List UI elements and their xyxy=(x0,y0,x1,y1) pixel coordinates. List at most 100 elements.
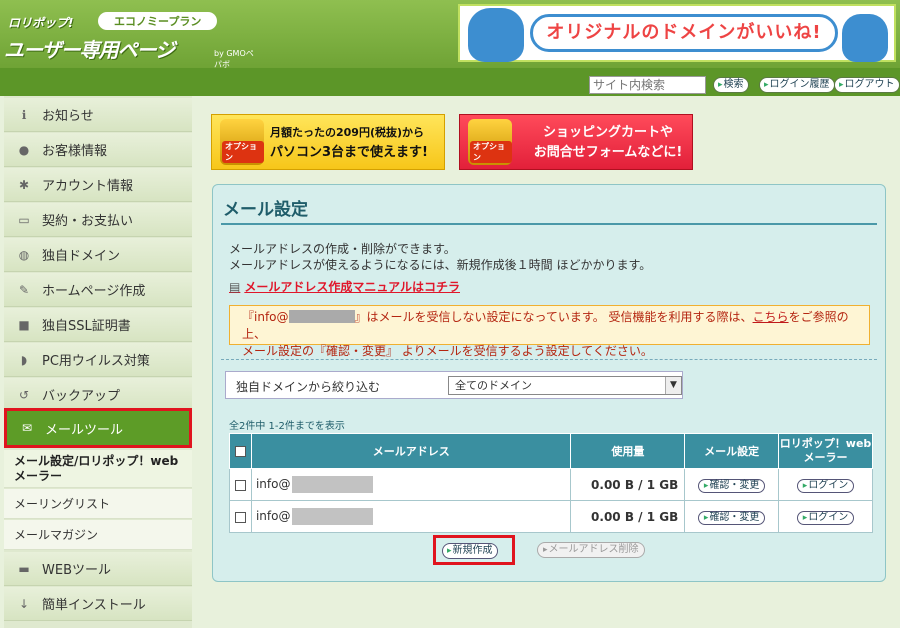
col-header-webmailer: ロリポップ！webメーラー xyxy=(778,433,873,469)
select-all-header xyxy=(229,433,252,469)
sidebar-item-news[interactable]: ℹ お知らせ xyxy=(4,98,192,132)
page-title: メール設定 xyxy=(223,200,308,220)
ad-line: お問合せフォームなどに! xyxy=(533,145,683,160)
col-header-usage: 使用量 xyxy=(570,433,686,469)
monitor-icon: ▬ xyxy=(18,561,30,576)
sidebar-sub-mailing-list[interactable]: メーリングリスト xyxy=(4,489,192,519)
address-cell: info@ xyxy=(250,500,572,533)
sidebar-item-domain[interactable]: ◍ 独自ドメイン xyxy=(4,238,192,272)
domain-filter: 独自ドメインから絞り込む 全てのドメイン ▼ xyxy=(225,371,683,399)
col-header-address: メールアドレス xyxy=(250,433,572,469)
option-label: オプション xyxy=(222,141,264,163)
document-icon: ▤ xyxy=(229,280,241,294)
redacted-domain xyxy=(292,476,374,493)
sidebar-item-account[interactable]: ✱ アカウント情報 xyxy=(4,168,192,202)
globe-icon: ◍ xyxy=(18,247,30,262)
sidebar-item-label: WEBツール xyxy=(42,563,111,578)
sidebar-item-label: お知らせ xyxy=(42,109,94,124)
sidebar-item-label: バックアップ xyxy=(42,389,121,404)
delete-address-button[interactable]: メールアドレス削除 xyxy=(537,542,645,558)
filter-selected-value: 全てのドメイン xyxy=(455,379,532,392)
notice-link[interactable]: こちら xyxy=(753,310,789,324)
option-ad-antivirus[interactable]: オプション 月額たったの209円(税抜)から パソコン3台まで使えます! xyxy=(211,114,445,170)
mail-settings-panel: メール設定 メールアドレスの作成・削除ができます。 メールアドレスが使えるように… xyxy=(212,184,886,582)
sidebar-item-mail-tools[interactable]: ✉ メールツール xyxy=(4,408,192,448)
redacted-domain xyxy=(288,310,355,323)
logo-by: by GMOペパボ xyxy=(214,49,254,69)
ad-line: パソコン3台まで使えます! xyxy=(270,145,428,160)
manual-link-text: メールアドレス作成マニュアルはコチラ xyxy=(244,280,460,294)
login-history-button[interactable]: ログイン履歴 xyxy=(759,77,835,93)
new-create-highlight: 新規作成 xyxy=(433,535,515,565)
description-line: メールアドレスが使えるようになるには、新規作成後１時間 ほどかかります。 xyxy=(229,258,652,272)
header: ロリポップ! エコノミープラン ユーザー専用ページ by GMOペパボ オリジナ… xyxy=(0,0,900,69)
sidebar-item-backup[interactable]: ↺ バックアップ xyxy=(4,378,192,412)
new-create-button[interactable]: 新規作成 xyxy=(442,543,498,559)
bear-mascot-icon xyxy=(842,14,888,62)
sidebar-item-easy-install[interactable]: ↓ 簡単インストール xyxy=(4,587,192,621)
sidebar: ℹ お知らせ ● お客様情報 ✱ アカウント情報 ▭ 契約・お支払い ◍ 独自ドメイン ✎… xyxy=(4,96,192,628)
search-input[interactable] xyxy=(589,76,706,94)
usage-cell: 0.00 B / 1 GB xyxy=(570,468,686,501)
option-label: オプション xyxy=(470,141,512,163)
mail-icon: ✉ xyxy=(21,421,33,435)
sidebar-sub-mail-magazine[interactable]: メールマガジン xyxy=(4,520,192,550)
info-icon: ℹ xyxy=(21,107,27,122)
select-all-checkbox[interactable] xyxy=(234,446,246,457)
logo-title: ユーザー専用ページ xyxy=(4,38,175,62)
sidebar-item-customer[interactable]: ● お客様情報 xyxy=(4,133,192,167)
sidebar-item-billing[interactable]: ▭ 契約・お支払い xyxy=(4,203,192,237)
ad-text: ショッピングカートや お問合せフォームなどに! xyxy=(522,123,694,163)
sidebar-sub-mail-settings[interactable]: メール設定/ロリポップ！webメーラー xyxy=(4,450,192,488)
manual-link[interactable]: ▤ メールアドレス作成マニュアルはコチラ xyxy=(229,278,460,295)
settings-cell: 確認・変更 xyxy=(684,468,780,501)
sidebar-item-label: 独自ドメイン xyxy=(42,249,121,264)
sidebar-item-label: PC用ウイルス対策 xyxy=(42,354,150,369)
redacted-domain xyxy=(292,508,374,525)
title-divider xyxy=(221,223,877,225)
ad-line: 月額たったの209円(税抜)から xyxy=(270,126,425,139)
sidebar-item-web-tools[interactable]: ▬ WEBツール xyxy=(4,552,192,586)
domain-filter-select[interactable]: 全てのドメイン ▼ xyxy=(448,376,682,395)
sidebar-item-label: 契約・お支払い xyxy=(42,214,134,229)
sidebar-item-label: 簡単インストール xyxy=(42,598,146,613)
notice-box: 『info@ 』はメールを受信しない設定になっています。 受信機能を利用する際は、… xyxy=(229,305,870,358)
sidebar-item-ssl[interactable]: ■ 独自SSL証明書 xyxy=(4,308,192,342)
result-count: 全2件中 1-2件までを表示 xyxy=(229,421,345,432)
address-cell: info@ xyxy=(250,468,572,501)
notice-text: 『info@ xyxy=(242,310,289,324)
settings-cell: 確認・変更 xyxy=(684,500,780,533)
sidebar-item-label: ホームページ作成 xyxy=(42,284,146,299)
logout-button[interactable]: ログアウト xyxy=(834,77,900,93)
domain-banner[interactable]: オリジナルのドメインがいいね! xyxy=(458,4,896,62)
filter-label: 独自ドメインから絞り込む xyxy=(236,380,381,394)
logo-brand: ロリポップ! xyxy=(8,16,74,30)
row-checkbox[interactable] xyxy=(234,479,246,491)
notice-text: 』はメールを受信しない設定になっています。 受信機能を利用する際は、 xyxy=(354,310,753,324)
webmailer-login-button[interactable]: ログイン xyxy=(796,478,855,493)
mail-address: info@ xyxy=(255,477,291,491)
plan-badge: エコノミープラン xyxy=(98,12,218,30)
col-header-settings: メール設定 xyxy=(684,433,780,469)
webmailer-cell: ログイン xyxy=(778,500,873,533)
dashed-divider xyxy=(221,359,877,360)
confirm-change-button[interactable]: 確認・変更 xyxy=(697,478,766,493)
sidebar-item-label: アカウント情報 xyxy=(42,179,134,194)
search-button[interactable]: 検索 xyxy=(713,77,749,93)
ad-line: ショッピングカートや xyxy=(542,125,673,140)
webmailer-cell: ログイン xyxy=(778,468,873,501)
lock-icon: ■ xyxy=(18,317,30,332)
sidebar-item-label: 独自SSL証明書 xyxy=(42,319,131,334)
confirm-change-button[interactable]: 確認・変更 xyxy=(697,510,766,525)
sidebar-item-homepage[interactable]: ✎ ホームページ作成 xyxy=(4,273,192,307)
sidebar-item-antivirus[interactable]: ◗ PC用ウイルス対策 xyxy=(4,343,192,377)
option-ad-ssl[interactable]: オプション ショッピングカートや お問合せフォームなどに! xyxy=(459,114,693,170)
sidebar-item-label: メールツール xyxy=(45,422,124,438)
bear-mascot-icon xyxy=(468,8,524,62)
webmailer-login-button[interactable]: ログイン xyxy=(796,510,855,525)
logo[interactable]: ロリポップ! エコノミープラン ユーザー専用ページ by GMOペパボ xyxy=(4,8,254,69)
table-row: info@ 0.00 B / 1 GB 確認・変更 ログイン xyxy=(229,500,873,533)
chevron-down-icon: ▼ xyxy=(665,377,681,394)
edit-icon: ✎ xyxy=(18,282,30,297)
row-checkbox[interactable] xyxy=(234,511,246,523)
